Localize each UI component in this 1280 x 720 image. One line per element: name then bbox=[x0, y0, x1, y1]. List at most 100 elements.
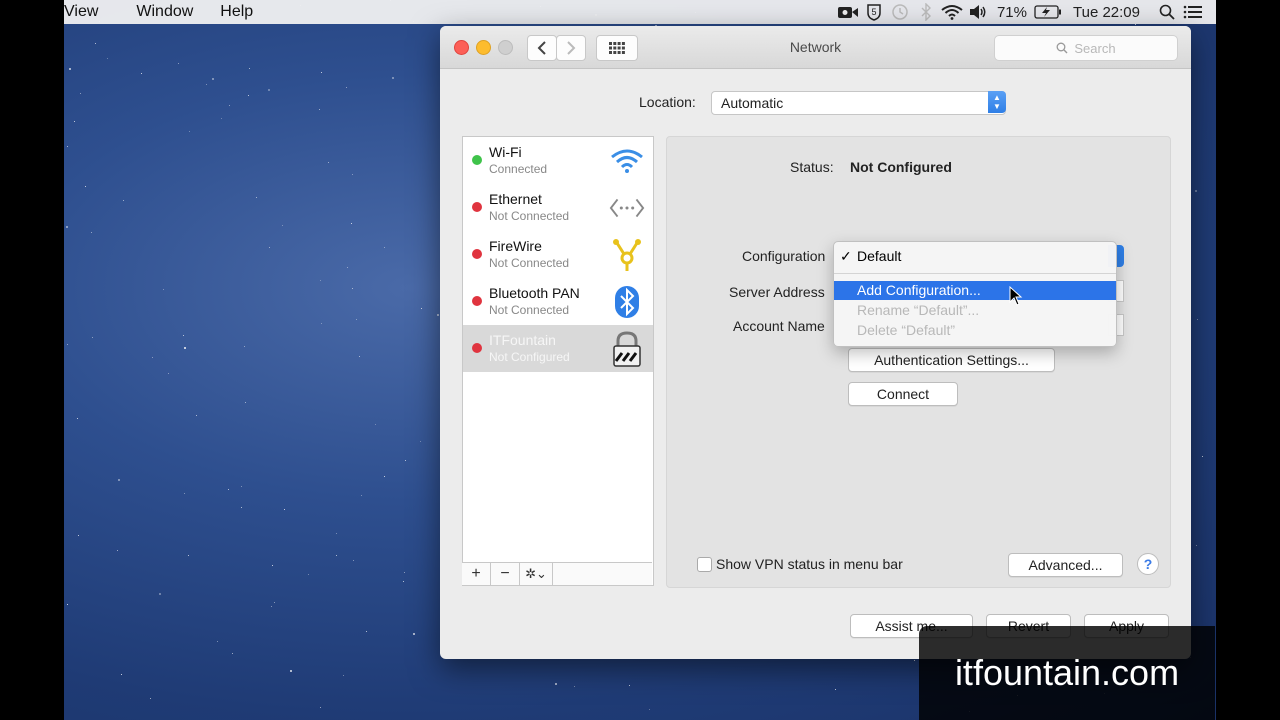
star bbox=[384, 476, 385, 477]
star bbox=[66, 226, 68, 228]
account-name-label: Account Name bbox=[733, 318, 825, 334]
ethernet-icon bbox=[609, 190, 645, 226]
star bbox=[118, 479, 120, 481]
remove-service-button[interactable]: − bbox=[491, 563, 520, 585]
star bbox=[1135, 24, 1136, 25]
star bbox=[168, 373, 169, 374]
star bbox=[249, 68, 250, 69]
star bbox=[92, 337, 93, 338]
star bbox=[413, 633, 415, 635]
service-item-bluetooth-pan[interactable]: Bluetooth PAN Not Connected bbox=[463, 278, 653, 325]
status-value: Not Configured bbox=[850, 159, 952, 175]
star bbox=[188, 555, 189, 556]
star bbox=[320, 707, 321, 708]
star bbox=[336, 555, 337, 556]
authentication-settings-button[interactable]: Authentication Settings... bbox=[848, 348, 1055, 372]
star bbox=[336, 533, 337, 534]
star bbox=[319, 109, 320, 110]
star bbox=[212, 78, 214, 80]
star bbox=[269, 247, 270, 248]
menu-view[interactable]: View bbox=[64, 3, 110, 21]
menu-help[interactable]: Help bbox=[205, 3, 265, 21]
star bbox=[189, 131, 190, 132]
star bbox=[1196, 545, 1197, 546]
battery-percent[interactable]: 71% bbox=[991, 4, 1033, 21]
service-item-firewire[interactable]: FireWire Not Connected bbox=[463, 231, 653, 278]
show-vpn-status-label: Show VPN status in menu bar bbox=[716, 556, 903, 572]
service-actions-gear-button[interactable]: ✲⌄ bbox=[520, 563, 553, 585]
star bbox=[232, 653, 233, 654]
star bbox=[178, 63, 179, 64]
star bbox=[69, 68, 71, 70]
battery-charging-icon[interactable] bbox=[1033, 0, 1063, 24]
star bbox=[437, 314, 439, 316]
bluetooth-menu-icon[interactable] bbox=[913, 0, 939, 24]
search-field[interactable]: Search bbox=[994, 35, 1178, 61]
star bbox=[420, 441, 421, 442]
star bbox=[91, 232, 92, 233]
status-dot bbox=[472, 343, 482, 353]
svg-text:5: 5 bbox=[871, 7, 876, 17]
star bbox=[150, 698, 151, 699]
star bbox=[77, 418, 78, 419]
star bbox=[351, 223, 352, 224]
search-icon bbox=[1056, 42, 1068, 54]
star bbox=[1195, 190, 1197, 192]
status-dot bbox=[472, 202, 482, 212]
menu-item-rename-default: Rename “Default”... bbox=[834, 301, 1116, 320]
star bbox=[221, 118, 222, 119]
service-list-toolbar: + − ✲⌄ bbox=[462, 562, 652, 585]
service-item-itfountain[interactable]: ITFountain Not Configured bbox=[463, 325, 653, 372]
connect-button[interactable]: Connect bbox=[848, 382, 958, 406]
star bbox=[107, 58, 108, 59]
volume-icon[interactable] bbox=[965, 0, 991, 24]
menu-separator bbox=[834, 273, 1116, 274]
star bbox=[403, 581, 404, 582]
star bbox=[361, 495, 362, 496]
location-select[interactable]: Automatic ▲ ▼ bbox=[711, 91, 1006, 115]
advanced-button[interactable]: Advanced... bbox=[1008, 553, 1123, 577]
add-service-button[interactable]: + bbox=[462, 563, 491, 585]
star bbox=[352, 288, 353, 289]
shield-5-icon[interactable]: 5 bbox=[861, 0, 887, 24]
wifi-menu-icon[interactable] bbox=[939, 0, 965, 24]
star bbox=[241, 507, 242, 508]
service-name: ITFountain bbox=[489, 332, 556, 348]
star bbox=[352, 174, 353, 175]
updown-arrows-icon: ▲ ▼ bbox=[988, 91, 1006, 113]
star bbox=[183, 335, 184, 336]
star bbox=[328, 162, 329, 163]
menu-item-default[interactable]: ✓ Default bbox=[834, 247, 1116, 266]
status-label: Status: bbox=[790, 159, 834, 175]
screen-record-icon[interactable] bbox=[835, 0, 861, 24]
star bbox=[405, 460, 406, 461]
service-name: Ethernet bbox=[489, 191, 542, 207]
spotlight-search-icon[interactable] bbox=[1154, 0, 1180, 24]
star bbox=[271, 606, 272, 607]
star bbox=[85, 186, 86, 187]
star bbox=[574, 686, 575, 687]
star bbox=[184, 347, 186, 349]
wifi-icon bbox=[609, 143, 645, 179]
star bbox=[272, 565, 273, 566]
help-button[interactable]: ? bbox=[1137, 553, 1159, 575]
show-vpn-status-checkbox[interactable] bbox=[697, 557, 712, 572]
menu-item-rename-label: Rename “Default”... bbox=[857, 302, 980, 318]
star bbox=[80, 93, 81, 94]
menu-item-default-label: Default bbox=[857, 248, 902, 264]
service-item-ethernet[interactable]: Ethernet Not Connected bbox=[463, 184, 653, 231]
star bbox=[835, 689, 836, 690]
time-machine-icon[interactable] bbox=[887, 0, 913, 24]
star bbox=[1197, 319, 1198, 320]
status-dot bbox=[472, 249, 482, 259]
star bbox=[229, 105, 230, 106]
menu-clock[interactable]: Tue 22:09 bbox=[1063, 4, 1154, 21]
location-value: Automatic bbox=[721, 95, 784, 111]
notification-center-icon[interactable] bbox=[1180, 0, 1206, 24]
star bbox=[67, 146, 68, 147]
menu-item-add-configuration[interactable]: Add Configuration... bbox=[834, 281, 1116, 300]
menu-window[interactable]: Window bbox=[110, 3, 205, 21]
star bbox=[117, 550, 118, 551]
star bbox=[206, 84, 207, 85]
service-item-wi-fi[interactable]: Wi-Fi Connected bbox=[463, 137, 653, 184]
